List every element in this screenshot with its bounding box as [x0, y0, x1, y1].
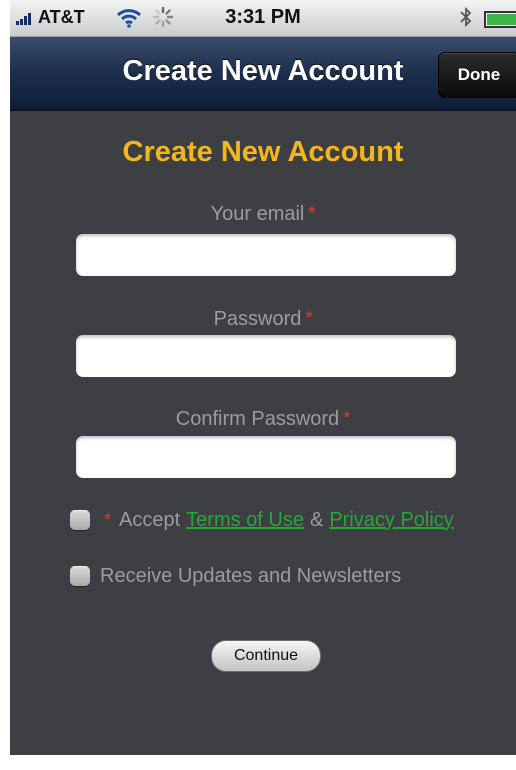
email-label-text: Your email	[210, 203, 305, 225]
phone-screen: AT&T 3:31 PM Create New Account Done Cre…	[10, 0, 516, 755]
required-marker: *	[343, 408, 351, 428]
confirm-password-field[interactable]	[76, 436, 456, 478]
status-time: 3:31 PM	[225, 6, 301, 28]
accept-label: Accept	[119, 508, 181, 531]
required-marker: *	[104, 509, 112, 530]
form-heading: Create New Account	[122, 136, 404, 168]
done-button[interactable]: Done	[438, 52, 516, 98]
password-field[interactable]	[76, 335, 456, 377]
terms-of-use-link[interactable]: Terms of Use	[186, 509, 304, 532]
privacy-policy-link[interactable]: Privacy Policy	[329, 509, 453, 532]
email-label: Your email *	[10, 203, 516, 226]
newsletter-row: Receive Updates and Newsletters	[70, 562, 401, 590]
newsletter-checkbox[interactable]	[70, 566, 90, 586]
continue-button[interactable]: Continue	[211, 640, 321, 672]
ampersand-text: &	[309, 508, 324, 531]
accept-terms-row: * Accept Terms of Use & Privacy Policy	[70, 506, 454, 534]
confirm-password-label-text: Confirm Password	[175, 408, 340, 430]
required-marker: *	[305, 308, 313, 328]
accept-terms-checkbox[interactable]	[70, 510, 90, 530]
navigation-bar: Create New Account Done	[10, 37, 516, 111]
password-label-text: Password	[213, 308, 302, 330]
email-field[interactable]	[76, 234, 456, 276]
status-bar: AT&T 3:31 PM	[10, 0, 516, 37]
confirm-password-label: Confirm Password *	[10, 408, 516, 431]
bluetooth-icon	[460, 6, 472, 28]
newsletter-label: Receive Updates and Newsletters	[100, 564, 402, 587]
required-marker: *	[308, 203, 316, 223]
password-label: Password *	[10, 308, 516, 331]
battery-icon	[484, 11, 516, 28]
